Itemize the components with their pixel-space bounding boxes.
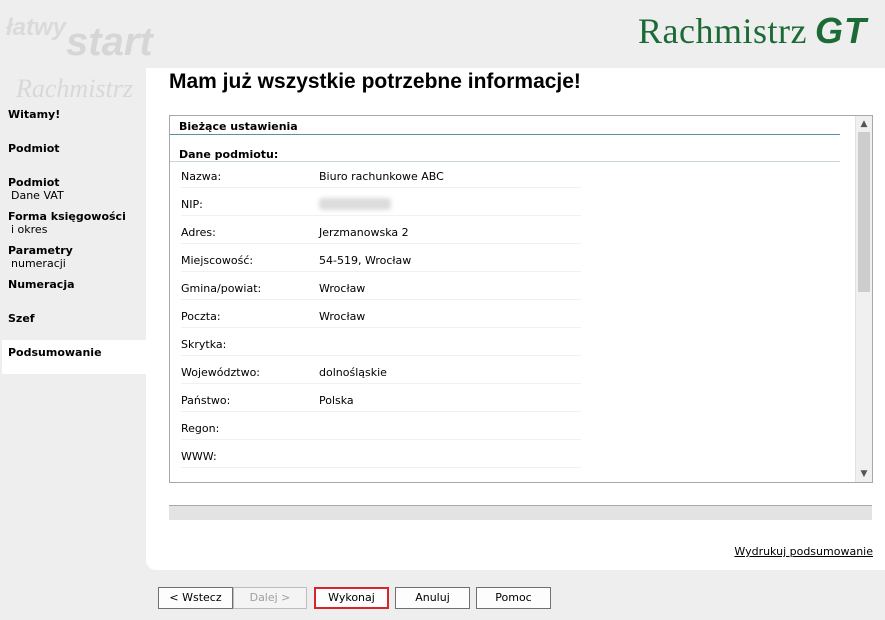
field-value-wojewodztwo: dolnośląskie xyxy=(319,366,387,379)
row-divider xyxy=(181,411,581,412)
field-value-miejscowosc: 54-519, Wrocław xyxy=(319,254,412,267)
field-value-nazwa: Biuro rachunkowe ABC xyxy=(319,170,444,183)
sidebar-item-label: Podmiot xyxy=(8,176,60,189)
field-label-skrytka: Skrytka: xyxy=(181,338,227,351)
sidebar-item-sublabel: i okres xyxy=(11,223,48,236)
watermark-product: Rachmistrz xyxy=(16,74,133,103)
sidebar-item-szef[interactable]: Szef xyxy=(2,306,146,340)
back-button[interactable]: < Wstecz xyxy=(158,587,233,609)
vertical-scrollbar[interactable]: ▲ ▼ xyxy=(855,116,872,482)
sidebar-item-label: Szef xyxy=(8,312,35,325)
sidebar-item-label: Witamy! xyxy=(8,108,61,121)
horizontal-scrollbar[interactable] xyxy=(169,505,872,520)
list-item: WWW: xyxy=(181,446,581,474)
list-item: Poczta: Wrocław xyxy=(181,306,581,334)
row-divider xyxy=(181,383,581,384)
field-label-adres: Adres: xyxy=(181,226,216,239)
app-logo: Rachmistrz GT xyxy=(638,10,867,52)
list-item: Miejscowość: 54-519, Wrocław xyxy=(181,250,581,278)
chevron-down-icon[interactable]: ▼ xyxy=(856,466,872,482)
header-banner: łatwy start Rachmistrz GT xyxy=(0,0,885,68)
sidebar-item-sublabel: Dane VAT xyxy=(11,189,64,202)
row-divider xyxy=(181,271,581,272)
field-label-gmina: Gmina/powiat: xyxy=(181,282,262,295)
sidebar-item-label: Podsumowanie xyxy=(8,346,102,359)
row-divider xyxy=(181,467,581,468)
logo-text: Rachmistrz xyxy=(638,11,807,51)
field-value-panstwo: Polska xyxy=(319,394,354,407)
row-divider xyxy=(181,215,581,216)
field-label-poczta: Poczta: xyxy=(181,310,221,323)
help-button[interactable]: Pomoc xyxy=(476,587,551,609)
sidebar-item-podmiot-vat[interactable]: Podmiot Dane VAT xyxy=(2,170,146,204)
row-divider xyxy=(181,439,581,440)
list-item: Gmina/powiat: Wrocław xyxy=(181,278,581,306)
field-label-miejscowosc: Miejscowość: xyxy=(181,254,254,267)
row-divider xyxy=(181,355,581,356)
sidebar-item-parametry[interactable]: Parametry numeracji xyxy=(2,238,146,272)
scrollbar-thumb[interactable] xyxy=(858,132,870,292)
cancel-button[interactable]: Anuluj xyxy=(395,587,470,609)
row-divider xyxy=(181,243,581,244)
field-label-regon: Regon: xyxy=(181,422,220,435)
sidebar-item-forma-ksiegowosci[interactable]: Forma księgowości i okres xyxy=(2,204,146,238)
field-label-panstwo: Państwo: xyxy=(181,394,231,407)
field-label-wojewodztwo: Województwo: xyxy=(181,366,261,379)
row-divider xyxy=(181,327,581,328)
list-item: NIP: xyxy=(181,194,581,222)
row-divider xyxy=(181,299,581,300)
sidebar-item-numeracja[interactable]: Numeracja xyxy=(2,272,146,306)
list-item: Województwo: dolnośląskie xyxy=(181,362,581,390)
field-label-www: WWW: xyxy=(181,450,217,463)
field-label-nazwa: Nazwa: xyxy=(181,170,222,183)
sidebar-item-label: Podmiot xyxy=(8,142,60,155)
summary-panel: Bieżące ustawienia Dane podmiotu: Nazwa:… xyxy=(169,115,873,483)
logo-gt: GT xyxy=(815,10,867,51)
print-summary-link[interactable]: Wydrukuj podsumowanie xyxy=(734,545,873,558)
sidebar-item-sublabel: numeracji xyxy=(11,257,66,270)
field-value-poczta: Wrocław xyxy=(319,310,366,323)
chevron-up-icon[interactable]: ▲ xyxy=(856,116,872,132)
sidebar-item-podmiot[interactable]: Podmiot xyxy=(2,136,146,170)
field-value-gmina: Wrocław xyxy=(319,282,366,295)
section-header: Bieżące ustawienia xyxy=(179,120,298,133)
field-value-adres: Jerzmanowska 2 xyxy=(319,226,409,239)
list-item: Adres: Jerzmanowska 2 xyxy=(181,222,581,250)
subsection-header: Dane podmiotu: xyxy=(179,148,279,161)
section-divider xyxy=(170,134,840,135)
row-divider xyxy=(181,187,581,188)
page-title: Mam już wszystkie potrzebne informacje! xyxy=(169,70,581,93)
sidebar-item-witamy[interactable]: Witamy! xyxy=(2,102,146,136)
sidebar-item-label: Numeracja xyxy=(8,278,75,291)
main-content: Mam już wszystkie potrzebne informacje! … xyxy=(146,68,885,570)
sidebar-item-label: Parametry xyxy=(8,244,73,257)
sidebar-item-label: Forma księgowości xyxy=(8,210,126,223)
watermark-latwy: łatwy xyxy=(6,14,67,41)
list-item: Regon: xyxy=(181,418,581,446)
field-value-nip xyxy=(319,198,391,213)
next-button[interactable]: Dalej > xyxy=(233,587,307,609)
sidebar-item-podsumowanie[interactable]: Podsumowanie xyxy=(2,340,146,374)
list-item: Skrytka: xyxy=(181,334,581,362)
execute-button[interactable]: Wykonaj xyxy=(314,587,389,609)
list-item: Państwo: Polska xyxy=(181,390,581,418)
subsection-divider xyxy=(170,161,840,162)
field-label-nip: NIP: xyxy=(181,198,203,211)
watermark-start: start xyxy=(66,20,153,64)
list-item: Nazwa: Biuro rachunkowe ABC xyxy=(181,166,581,194)
redacted-value xyxy=(319,198,391,210)
